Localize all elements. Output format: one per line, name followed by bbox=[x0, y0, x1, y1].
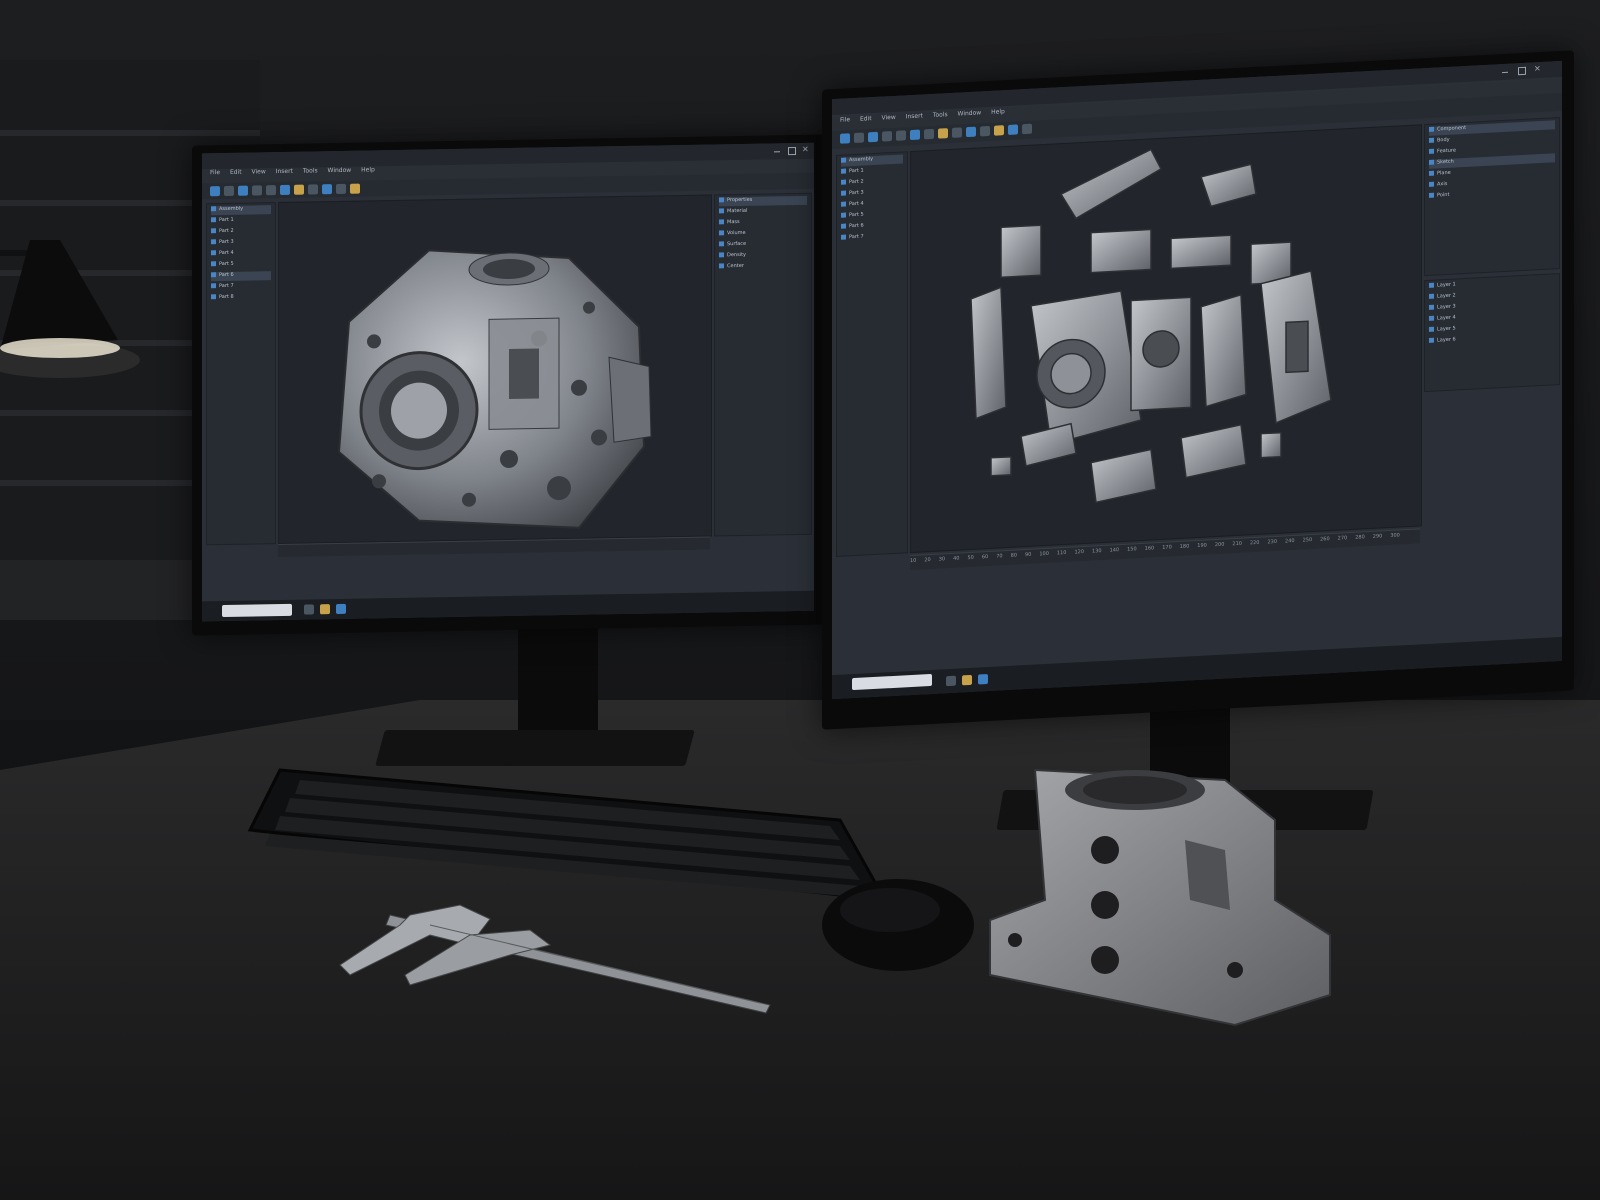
open-icon[interactable] bbox=[224, 185, 234, 196]
explode-icon[interactable] bbox=[1008, 124, 1018, 135]
settings-icon[interactable] bbox=[1022, 123, 1032, 135]
browser-icon[interactable] bbox=[336, 603, 346, 615]
browser-icon[interactable] bbox=[978, 674, 988, 685]
right-outline-panel: Component Body Feature Sketch Plane Axis… bbox=[1424, 117, 1560, 277]
render-icon[interactable] bbox=[994, 125, 1004, 136]
right-taskbar bbox=[832, 636, 1562, 700]
tree-item[interactable]: Part 7 bbox=[841, 231, 903, 243]
right-screen: ✕ File Edit View Insert Tools Window Hel… bbox=[832, 60, 1562, 700]
tree-item[interactable]: Part 2 bbox=[211, 227, 271, 237]
left-screen: ✕ File Edit View Insert Tools Window Hel… bbox=[202, 142, 814, 622]
app-icon[interactable] bbox=[304, 604, 314, 615]
rotate-icon[interactable] bbox=[910, 129, 920, 141]
assembled-model bbox=[337, 249, 652, 529]
menu-file[interactable]: File bbox=[840, 116, 850, 124]
tree-item[interactable]: Part 7 bbox=[211, 282, 271, 292]
tree-item[interactable]: Part 1 bbox=[841, 165, 903, 177]
menu-window[interactable]: Window bbox=[328, 167, 352, 174]
right-model-tree: Assembly Part 1 Part 2 Part 3 Part 4 Par… bbox=[836, 151, 908, 557]
redo-icon[interactable] bbox=[896, 130, 906, 141]
tree-item[interactable]: Part 4 bbox=[841, 198, 903, 210]
sketch-icon[interactable] bbox=[938, 128, 948, 139]
exploded-model bbox=[970, 148, 1332, 504]
menu-insert[interactable]: Insert bbox=[906, 112, 923, 120]
menu-help[interactable]: Help bbox=[361, 166, 375, 173]
property-item[interactable]: Surface bbox=[719, 240, 807, 251]
menu-view[interactable]: View bbox=[882, 114, 896, 122]
printed-part bbox=[989, 768, 1331, 1027]
property-item[interactable]: Material bbox=[719, 207, 807, 218]
menu-edit[interactable]: Edit bbox=[230, 169, 242, 176]
undo-icon[interactable] bbox=[882, 131, 892, 142]
property-item[interactable]: Volume bbox=[719, 229, 807, 240]
pan-icon[interactable] bbox=[924, 128, 934, 140]
tree-item[interactable]: Assembly bbox=[841, 154, 903, 167]
new-icon[interactable] bbox=[210, 186, 220, 197]
menu-tools[interactable]: Tools bbox=[303, 167, 318, 174]
tree-item[interactable]: Part 8 bbox=[211, 293, 271, 303]
menu-insert[interactable]: Insert bbox=[276, 168, 293, 175]
folder-icon[interactable] bbox=[962, 674, 972, 686]
tree-item[interactable]: Part 3 bbox=[841, 187, 903, 199]
save-icon[interactable] bbox=[868, 131, 878, 143]
caliper bbox=[339, 904, 771, 1014]
folder-icon[interactable] bbox=[320, 604, 330, 615]
extrude-icon[interactable] bbox=[952, 127, 962, 138]
tree-item[interactable]: Part 2 bbox=[841, 176, 903, 188]
workspace-scene: ✕ File Edit View Insert Tools Window Hel… bbox=[0, 0, 1600, 1200]
tree-item[interactable]: Part 6 bbox=[211, 271, 271, 282]
taskbar-search[interactable] bbox=[852, 673, 932, 691]
left-monitor: ✕ File Edit View Insert Tools Window Hel… bbox=[192, 134, 828, 636]
tree-item[interactable]: Part 3 bbox=[211, 238, 271, 248]
tree-item[interactable]: Part 5 bbox=[211, 260, 271, 270]
menu-view[interactable]: View bbox=[252, 168, 266, 175]
tree-item[interactable]: Part 5 bbox=[841, 209, 903, 221]
property-item[interactable]: Properties bbox=[719, 195, 807, 207]
measure-icon[interactable] bbox=[322, 184, 332, 195]
right-layers-panel: Layer 1 Layer 2 Layer 3 Layer 4 Layer 5 … bbox=[1424, 273, 1560, 393]
tree-item[interactable]: Part 4 bbox=[211, 249, 271, 259]
measure-icon[interactable] bbox=[966, 126, 976, 138]
left-3d-viewport[interactable] bbox=[278, 194, 712, 545]
property-item[interactable]: Density bbox=[719, 251, 807, 262]
right-3d-viewport[interactable] bbox=[910, 124, 1422, 554]
extrude-icon[interactable] bbox=[308, 184, 318, 195]
app-icon[interactable] bbox=[946, 675, 956, 687]
property-item[interactable]: Center bbox=[719, 262, 807, 273]
menu-file[interactable]: File bbox=[210, 169, 220, 176]
left-monitor-stand bbox=[518, 620, 598, 740]
taskbar-search[interactable] bbox=[222, 603, 292, 618]
sketch-icon[interactable] bbox=[294, 184, 304, 195]
left-properties-panel: Properties Material Mass Volume Surface … bbox=[714, 192, 812, 537]
save-icon[interactable] bbox=[238, 185, 248, 196]
rotate-icon[interactable] bbox=[280, 184, 290, 196]
mouse bbox=[822, 879, 974, 971]
property-item[interactable]: Mass bbox=[719, 218, 807, 229]
right-monitor: ✕ File Edit View Insert Tools Window Hel… bbox=[822, 50, 1574, 730]
tree-item[interactable]: Part 6 bbox=[841, 220, 903, 232]
section-icon[interactable] bbox=[980, 125, 990, 137]
left-model-tree: Assembly Part 1 Part 2 Part 3 Part 4 Par… bbox=[206, 202, 276, 546]
left-taskbar bbox=[202, 590, 814, 622]
new-icon[interactable] bbox=[840, 133, 850, 144]
background-bench bbox=[0, 560, 200, 620]
tree-item[interactable]: Assembly bbox=[211, 205, 271, 216]
menu-window[interactable]: Window bbox=[958, 109, 982, 117]
menu-help[interactable]: Help bbox=[991, 108, 1005, 116]
render-icon[interactable] bbox=[350, 183, 360, 194]
tree-item[interactable]: Part 1 bbox=[211, 216, 271, 226]
undo-icon[interactable] bbox=[252, 185, 262, 196]
menu-edit[interactable]: Edit bbox=[860, 115, 872, 123]
menu-tools[interactable]: Tools bbox=[933, 111, 948, 119]
redo-icon[interactable] bbox=[266, 185, 276, 196]
open-icon[interactable] bbox=[854, 132, 864, 144]
section-icon[interactable] bbox=[336, 183, 346, 195]
desk-lamp bbox=[0, 240, 140, 378]
